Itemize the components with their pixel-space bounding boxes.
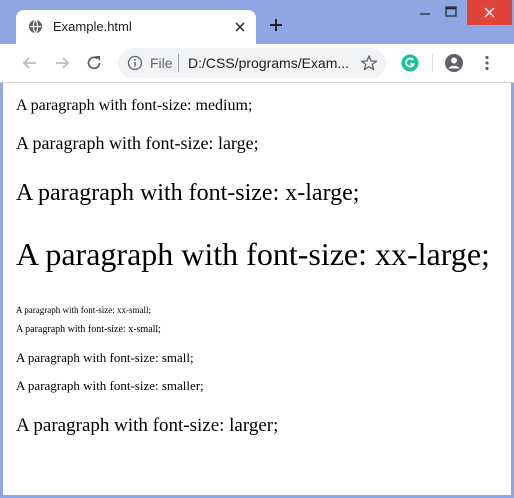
paragraph-medium: A paragraph with font-size: medium; xyxy=(16,97,253,114)
page-content: A paragraph with font-size: medium; A pa… xyxy=(3,83,511,495)
close-icon[interactable] xyxy=(232,19,248,35)
paragraph-large: A paragraph with font-size: large; xyxy=(16,133,259,153)
window-close-icon[interactable] xyxy=(467,0,512,25)
paragraph-xx-large: A paragraph with font-size: xx-large; xyxy=(16,236,490,272)
toolbar-divider xyxy=(432,54,433,72)
grammarly-icon[interactable] xyxy=(400,53,420,73)
paragraph-larger: A paragraph with font-size: larger; xyxy=(16,415,279,436)
tab-title: Example.html xyxy=(53,19,132,34)
paragraph-smaller: A paragraph with font-size: smaller; xyxy=(16,378,204,393)
globe-icon xyxy=(28,19,43,34)
toolbar: File D:/CSS/programs/Exam... xyxy=(0,44,514,83)
tab-strip: Example.html xyxy=(0,0,514,44)
account-icon[interactable] xyxy=(444,53,464,73)
address-separator xyxy=(178,54,179,72)
address-bar[interactable]: File D:/CSS/programs/Exam... xyxy=(118,48,386,78)
reload-icon[interactable] xyxy=(84,53,104,73)
forward-arrow-icon[interactable] xyxy=(52,53,72,73)
paragraph-x-large: A paragraph with font-size: x-large; xyxy=(16,180,360,206)
scheme-label: File xyxy=(150,55,173,71)
star-icon[interactable] xyxy=(360,54,378,72)
more-vert-icon[interactable] xyxy=(477,53,497,73)
maximize-icon[interactable] xyxy=(438,0,464,25)
back-arrow-icon[interactable] xyxy=(20,53,40,73)
browser-window: Example.html File D:/CSS/programs/Exam..… xyxy=(0,0,514,498)
plus-icon[interactable] xyxy=(268,17,284,33)
info-icon[interactable] xyxy=(127,55,143,71)
tab-example[interactable]: Example.html xyxy=(16,10,256,44)
url-text[interactable]: D:/CSS/programs/Exam... xyxy=(188,55,348,71)
paragraph-small: A paragraph with font-size: small; xyxy=(16,350,194,365)
paragraph-x-small: A paragraph with font-size: x-small; xyxy=(16,324,161,335)
paragraph-xx-small: A paragraph with font-size: xx-small; xyxy=(16,305,151,315)
minimize-icon[interactable] xyxy=(412,0,438,25)
